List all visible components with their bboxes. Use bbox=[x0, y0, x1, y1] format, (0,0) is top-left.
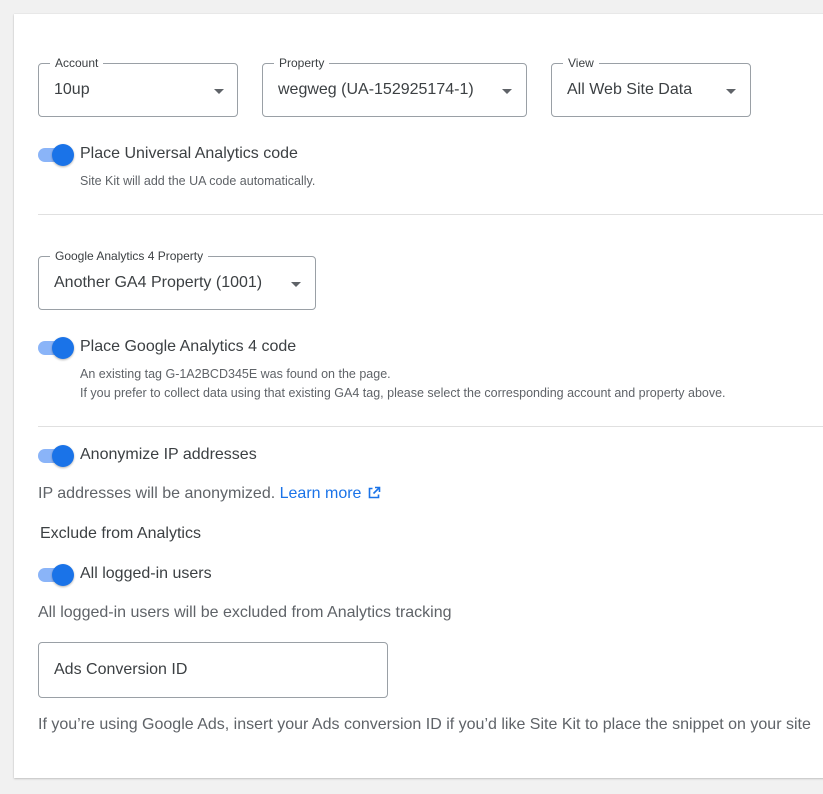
property-select-value: wegweg (UA-152925174-1) bbox=[278, 81, 474, 98]
ads-conversion-id-field[interactable] bbox=[38, 642, 388, 698]
exclude-description: All logged-in users will be excluded fro… bbox=[38, 604, 452, 621]
anonymize-ip-description-row: IP addresses will be anonymized. Learn m… bbox=[38, 485, 381, 503]
external-link-icon bbox=[369, 486, 381, 499]
toggle-thumb bbox=[52, 337, 74, 359]
ga4-property-select-value: Another GA4 Property (1001) bbox=[54, 274, 263, 291]
section-divider bbox=[38, 214, 823, 215]
toggle-thumb bbox=[52, 564, 74, 586]
ads-conversion-id-help: If you’re using Google Ads, insert your … bbox=[38, 716, 811, 733]
ua-code-help: Site Kit will add the UA code automatica… bbox=[80, 174, 316, 188]
learn-more-link[interactable]: Learn more bbox=[280, 485, 382, 502]
ads-conversion-id-input[interactable] bbox=[54, 643, 354, 697]
learn-more-label: Learn more bbox=[279, 485, 362, 502]
account-select[interactable]: Account 10up bbox=[38, 55, 238, 117]
ga4-existing-tag-hint: If you prefer to collect data using that… bbox=[80, 386, 726, 400]
property-select[interactable]: Property wegweg (UA-152925174-1) bbox=[262, 55, 527, 117]
ga4-existing-tag-notice: An existing tag G-1A2BCD345E was found o… bbox=[80, 367, 391, 381]
toggle-thumb bbox=[52, 445, 74, 467]
account-select-label: Account bbox=[50, 55, 104, 71]
ga4-property-select[interactable]: Google Analytics 4 Property Another GA4 … bbox=[38, 248, 316, 310]
caret-down-icon bbox=[214, 89, 224, 94]
anonymize-ip-toggle-label: Anonymize IP addresses bbox=[80, 446, 257, 463]
caret-down-icon bbox=[726, 89, 736, 94]
anonymize-ip-toggle[interactable] bbox=[38, 444, 74, 468]
account-select-value: 10up bbox=[54, 81, 90, 98]
ua-code-toggle[interactable] bbox=[38, 143, 74, 167]
ga4-property-select-label: Google Analytics 4 Property bbox=[50, 248, 209, 264]
exclude-logged-in-toggle-label: All logged-in users bbox=[80, 565, 212, 582]
view-select-label: View bbox=[563, 55, 599, 71]
property-select-label: Property bbox=[274, 55, 330, 71]
view-select-value: All Web Site Data bbox=[567, 81, 693, 98]
caret-down-icon bbox=[502, 89, 512, 94]
ga4-code-toggle[interactable] bbox=[38, 336, 74, 360]
analytics-settings-card: Account 10up Property wegweg (UA-1529251… bbox=[14, 14, 823, 778]
view-select[interactable]: View All Web Site Data bbox=[551, 55, 751, 117]
ua-code-toggle-label: Place Universal Analytics code bbox=[80, 145, 298, 162]
exclude-heading: Exclude from Analytics bbox=[40, 525, 201, 542]
ga4-code-toggle-label: Place Google Analytics 4 code bbox=[80, 338, 297, 355]
toggle-thumb bbox=[52, 144, 74, 166]
exclude-logged-in-toggle[interactable] bbox=[38, 563, 74, 587]
anonymize-ip-description: IP addresses will be anonymized. bbox=[38, 485, 276, 502]
section-divider bbox=[38, 426, 823, 427]
caret-down-icon bbox=[291, 282, 301, 287]
